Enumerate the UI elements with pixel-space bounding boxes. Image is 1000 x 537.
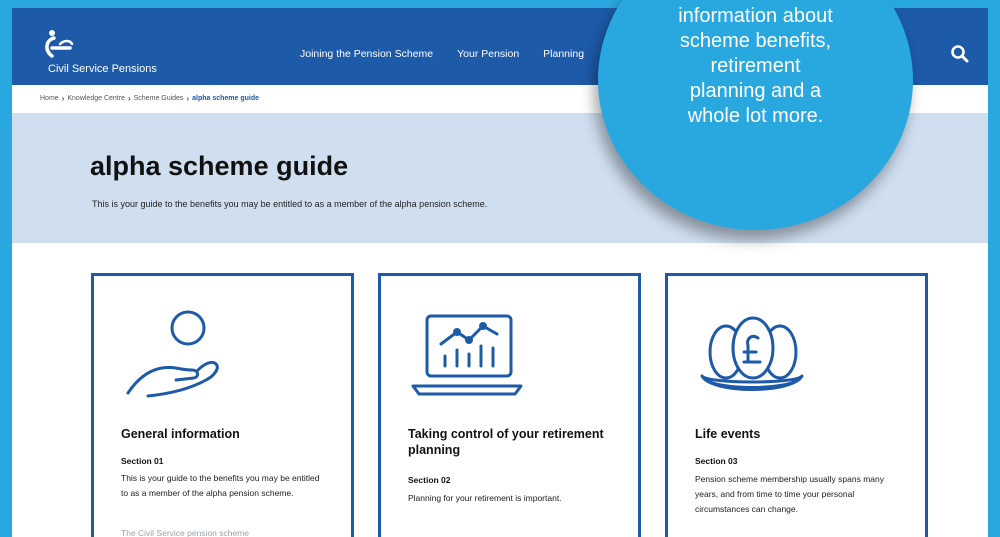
chevron-right-icon: › — [61, 93, 65, 103]
nav-your-pension[interactable]: Your Pension — [457, 48, 519, 64]
nav-joining[interactable]: Joining the Pension Scheme — [300, 48, 433, 64]
breadcrumb-current: alpha scheme guide — [192, 94, 260, 102]
site-logo[interactable]: Civil Service Pensions — [40, 24, 220, 75]
card-life-events[interactable]: Life events Section 03 Pension scheme me… — [665, 273, 928, 537]
search-icon[interactable] — [950, 44, 970, 64]
nav-planning[interactable]: Planning — [543, 48, 584, 64]
card-retirement-planning[interactable]: Taking control of your retirement planni… — [378, 273, 641, 537]
card-description: Planning for your retirement is importan… — [408, 493, 562, 503]
card-section-label: Section 01 — [121, 456, 164, 466]
callout-line: information about — [678, 5, 833, 27]
callout-text: information about scheme benefits, retir… — [598, 4, 913, 129]
chevron-right-icon: › — [127, 93, 131, 103]
callout-line: whole lot more. — [687, 105, 824, 127]
logo-mark-icon — [45, 30, 74, 58]
breadcrumb-knowledge-centre[interactable]: Knowledge Centre — [67, 95, 125, 102]
laptop-chart-icon — [411, 314, 523, 396]
nest-egg-icon — [700, 316, 804, 391]
card-description: Pension scheme membership usually spans … — [695, 474, 884, 514]
main-nav: Joining the Pension Scheme Your Pension … — [300, 48, 584, 64]
callout-line: retirement — [710, 55, 801, 77]
breadcrumb-scheme-guides[interactable]: Scheme Guides — [134, 95, 184, 102]
breadcrumb: Home › Knowledge Centre › Scheme Guides … — [40, 92, 259, 104]
card-more-text: The Civil Service pension scheme — [121, 528, 250, 537]
breadcrumb-home[interactable]: Home — [40, 95, 59, 102]
card-general-information[interactable]: General information Section 01 This is y… — [91, 273, 354, 537]
card-title: Life events — [695, 427, 761, 441]
card-title: General information — [121, 427, 240, 441]
callout-line: scheme benefits, — [679, 30, 832, 52]
callout-line: planning and a — [689, 80, 822, 102]
card-section-label: Section 03 — [695, 456, 738, 466]
card-section-label: Section 02 — [408, 475, 451, 485]
logo-text: Civil Service Pensions — [48, 63, 157, 75]
hand-coin-icon — [126, 310, 219, 398]
card-title: Taking control of your retirement planni… — [408, 427, 604, 457]
page-intro: This is your guide to the benefits you m… — [92, 199, 488, 209]
chevron-right-icon: › — [186, 93, 190, 103]
card-description: This is your guide to the benefits you m… — [121, 473, 320, 498]
page-title: alpha scheme guide — [90, 151, 349, 181]
